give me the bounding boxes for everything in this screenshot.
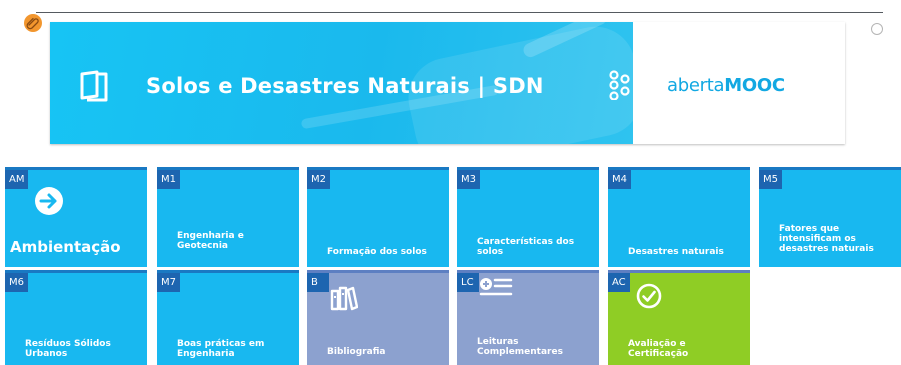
module-label: Resíduos Sólidos Urbanos	[25, 339, 111, 359]
course-banner[interactable]: Solos e Desastres Naturais | SDN abertaM…	[50, 22, 845, 144]
module-badge: AM	[5, 170, 29, 189]
module-tile-m7[interactable]: M7 Boas práticas em Engenharia	[157, 270, 299, 365]
module-label: Formação dos solos	[327, 247, 427, 257]
module-tile-m1[interactable]: M1 Engenharia e Geotecnia	[157, 167, 299, 267]
abertamooc-logo: abertaMOOC	[667, 75, 785, 96]
module-tile-m3[interactable]: M3 Características dos solos	[457, 167, 599, 267]
arrow-right-circle-icon	[35, 187, 63, 215]
module-badge: M7	[157, 273, 180, 292]
banner-blue-panel: Solos e Desastres Naturais | SDN	[50, 22, 649, 144]
module-badge: M5	[759, 170, 782, 189]
module-badge: AC	[608, 273, 630, 292]
module-tile-m4[interactable]: M4 Desastres naturais	[608, 167, 750, 267]
module-label: Bibliografia	[327, 347, 386, 357]
module-badge: M2	[307, 170, 330, 189]
module-tile-m6[interactable]: M6 Resíduos Sólidos Urbanos	[5, 270, 147, 365]
books-icon	[330, 286, 358, 311]
module-tile-ac[interactable]: AC Avaliação e Certificação	[608, 270, 750, 365]
module-label: Avaliação e Certificação	[628, 339, 689, 359]
module-label: Boas práticas em Engenharia	[177, 339, 265, 359]
course-title: Solos e Desastres Naturais | SDN	[146, 74, 544, 98]
module-tile-lc[interactable]: LC Leituras Complementares	[457, 270, 599, 365]
add-list-icon	[479, 278, 513, 296]
banner-logo-panel: abertaMOOC	[633, 22, 845, 144]
module-label: Fatores que intensificam os desastres na…	[779, 224, 874, 254]
module-label: Ambientação	[10, 238, 121, 256]
module-badge: M4	[608, 170, 631, 189]
module-tile-b[interactable]: B Bibliografia	[307, 270, 449, 365]
module-tile-am[interactable]: AM Ambientação	[5, 167, 147, 267]
module-tile-m5[interactable]: M5 Fatores que intensificam os desastres…	[759, 167, 901, 267]
module-badge: B	[307, 273, 329, 292]
module-label: Desastres naturais	[628, 247, 724, 257]
book-icon	[80, 70, 108, 102]
module-badge: M3	[457, 170, 480, 189]
check-circle-icon	[636, 283, 662, 309]
module-label: Características dos solos	[477, 237, 575, 257]
module-tile-m2[interactable]: M2 Formação dos solos	[307, 167, 449, 267]
radio-button-icon[interactable]	[871, 23, 883, 35]
module-label: Leituras Complementares	[477, 337, 563, 357]
module-badge: M1	[157, 170, 180, 189]
top-divider	[36, 12, 883, 13]
module-badge: M6	[5, 273, 28, 292]
molecule-icon	[609, 70, 630, 100]
pin-icon[interactable]	[23, 13, 43, 33]
module-label: Engenharia e Geotecnia	[177, 231, 244, 251]
module-badge: LC	[457, 273, 479, 292]
